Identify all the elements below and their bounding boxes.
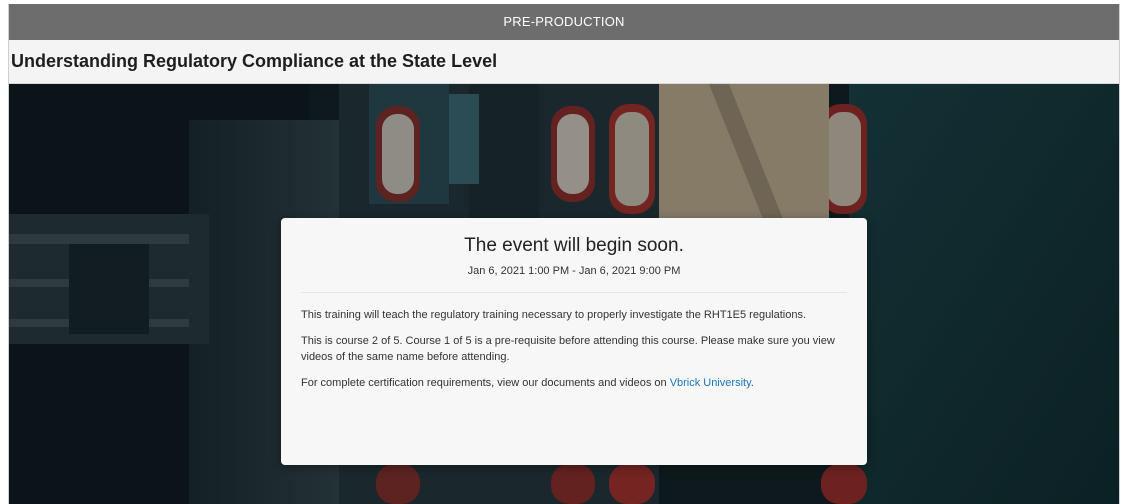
certification-text: For complete certification requirements,… [301,377,670,389]
vbrick-university-link[interactable]: Vbrick University [670,377,751,389]
event-background: The event will begin soon. Jan 6, 2021 1… [9,84,1119,504]
card-divider [301,292,847,293]
environment-label: PRE-PRODUCTION [503,14,625,29]
title-bar: Understanding Regulatory Compliance at t… [9,40,1119,84]
event-title: Understanding Regulatory Compliance at t… [11,51,498,71]
event-schedule: Jan 6, 2021 1:00 PM - Jan 6, 2021 9:00 P… [467,265,681,277]
event-description-2: This is course 2 of 5. Course 1 of 5 is … [301,335,835,363]
event-page: PRE-PRODUCTION Understanding Regulatory … [8,4,1120,504]
event-info-card: The event will begin soon. Jan 6, 2021 1… [281,218,867,465]
event-description-3: For complete certification requirements,… [301,375,847,391]
event-status-heading: The event will begin soon. [464,235,684,256]
certification-text-end: . [750,377,754,389]
environment-banner: PRE-PRODUCTION [9,4,1119,40]
event-description-1: This training will teach the regulatory … [301,309,807,321]
